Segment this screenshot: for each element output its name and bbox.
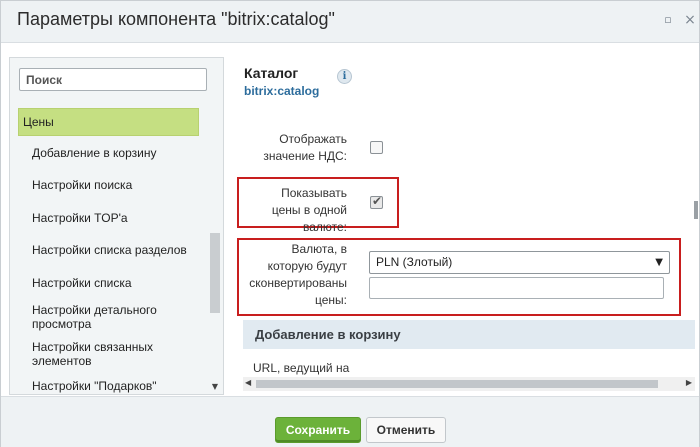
sidebar-scrollbar[interactable]: ▼ — [209, 108, 221, 395]
sidebar-item-gifts-settings[interactable]: Настройки "Подарков" — [18, 379, 208, 393]
scroll-down-icon[interactable]: ▼ — [210, 382, 220, 392]
sidebar-item-related-settings[interactable]: Настройки связанных элементов — [18, 340, 198, 368]
show-vat-label: Отображать значение НДС: — [263, 132, 347, 163]
sidebar-item-list-settings[interactable]: Настройки списка — [18, 276, 208, 290]
sidebar-item-prices[interactable]: Цены — [18, 108, 199, 136]
cancel-button[interactable]: Отменить — [366, 417, 446, 443]
sidebar-item-top-settings[interactable]: Настройки TOP'а — [18, 211, 208, 225]
horizontal-scrollbar[interactable]: ◀ ▶ — [243, 377, 695, 391]
dialog-titlebar[interactable]: Параметры компонента "bitrix:catalog" ▫ … — [1, 1, 699, 42]
scroll-right-icon[interactable]: ▶ — [686, 378, 692, 387]
search-input[interactable] — [19, 68, 207, 91]
currency-extra-input[interactable] — [369, 277, 664, 299]
show-vat-checkbox[interactable] — [370, 141, 383, 154]
one-currency-label: Показывать цены в одной валюте: — [271, 186, 347, 234]
sidebar-item-add-to-basket[interactable]: Добавление в корзину — [18, 146, 208, 160]
minimize-icon[interactable]: ▫ — [661, 13, 675, 27]
one-currency-checkbox[interactable]: ✔ — [370, 194, 383, 209]
currency-label: Валюта, в которую будут сконвертированы … — [249, 242, 347, 307]
component-code: bitrix:catalog — [244, 84, 320, 98]
sidebar-item-search-settings[interactable]: Настройки поиска — [18, 178, 208, 192]
content-scrollbar[interactable] — [694, 84, 699, 374]
sidebar-scroll-thumb[interactable] — [210, 233, 220, 313]
component-settings-dialog: Параметры компонента "bitrix:catalog" ▫ … — [0, 0, 700, 447]
currency-select[interactable]: PLN (Злотый) ▼ — [369, 251, 670, 274]
dialog-footer: Сохранить Отменить — [1, 398, 699, 447]
checkmark-icon: ✔ — [372, 194, 383, 208]
url-label: URL, ведущий на — [253, 361, 350, 375]
currency-selected-value: PLN (Злотый) — [376, 255, 453, 269]
sidebar-item-section-list-settings[interactable]: Настройки списка разделов — [18, 243, 208, 257]
info-icon[interactable]: i — [337, 69, 352, 84]
component-title: Каталог — [244, 65, 299, 81]
content-scroll-thumb[interactable] — [694, 201, 698, 219]
scroll-left-icon[interactable]: ◀ — [245, 378, 251, 387]
close-icon[interactable]: × — [683, 13, 697, 27]
horizontal-scroll-thumb[interactable] — [256, 380, 658, 388]
dialog-title: Параметры компонента "bitrix:catalog" — [17, 9, 335, 29]
chevron-down-icon: ▼ — [655, 257, 663, 268]
save-button[interactable]: Сохранить — [275, 417, 361, 443]
sidebar-item-detail-settings[interactable]: Настройки детального просмотра — [18, 303, 198, 331]
sections-sidebar: Цены Добавление в корзину Настройки поис… — [9, 57, 224, 395]
section-add-to-basket[interactable]: Добавление в корзину — [243, 320, 695, 349]
